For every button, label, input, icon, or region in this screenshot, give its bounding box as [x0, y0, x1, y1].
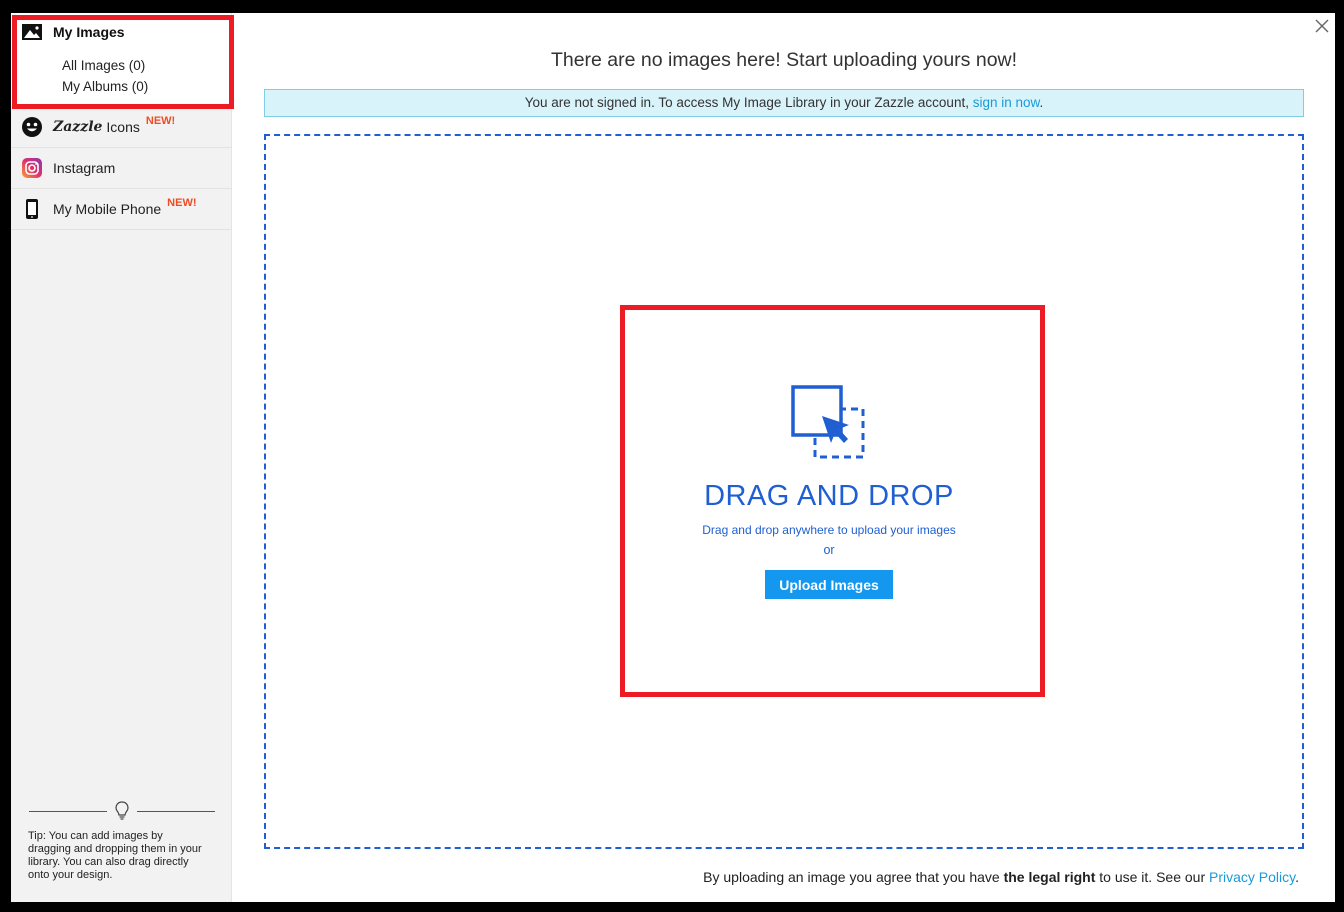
legal-middle: to use it. See our: [1099, 869, 1206, 885]
or-separator: or: [823, 543, 835, 557]
legal-notice: By uploading an image you agree that you…: [411, 869, 1299, 885]
signin-notice-suffix: .: [1039, 95, 1044, 110]
new-badge: NEW!: [145, 115, 176, 127]
my-images-label: My Images: [53, 24, 125, 40]
sidebar-section-my-images[interactable]: My Images All Images (0) My Albums (0): [11, 13, 231, 107]
sidebar-item-label: My Mobile Phone: [53, 201, 162, 217]
new-badge: NEW!: [167, 197, 197, 209]
privacy-policy-link[interactable]: Privacy Policy: [1209, 869, 1295, 885]
sidebar-item-my-albums[interactable]: My Albums (0): [62, 79, 148, 94]
drag-and-drop-subtitle: Drag and drop anywhere to upload your im…: [702, 523, 956, 537]
legal-suffix: .: [1295, 869, 1299, 885]
sidebar-item-my-images[interactable]: My Images: [21, 23, 125, 41]
signin-notice: You are not signed in. To access My Imag…: [264, 89, 1304, 117]
sidebar: My Images All Images (0) My Albums (0) Z…: [11, 13, 232, 902]
sidebar-item-my-mobile-phone[interactable]: My Mobile Phone NEW!: [11, 189, 231, 230]
image-library-dialog: My Images All Images (0) My Albums (0) Z…: [11, 13, 1335, 902]
sidebar-item-all-images[interactable]: All Images (0): [62, 58, 145, 73]
drag-and-drop-title: DRAG AND DROP: [704, 480, 954, 512]
page-title: There are no images here! Start uploadin…: [550, 49, 1018, 71]
tip-divider: [29, 799, 215, 823]
close-icon: [1315, 19, 1329, 33]
drag-and-drop-icon: [789, 383, 869, 463]
mobile-phone-icon: [21, 198, 43, 220]
zazzle-brand-text: Zazzle: [53, 119, 103, 135]
close-button[interactable]: [1313, 17, 1331, 35]
upload-images-button[interactable]: Upload Images: [765, 570, 893, 599]
lightbulb-icon: [107, 801, 137, 821]
signin-notice-text: You are not signed in. To access My Imag…: [524, 95, 969, 110]
sign-in-link[interactable]: sign in now: [973, 95, 1040, 110]
legal-bold: the legal right: [1003, 869, 1096, 885]
instagram-icon: [21, 157, 43, 179]
image-icon: [21, 23, 43, 41]
sidebar-item-label: Instagram: [53, 160, 116, 176]
sidebar-item-zazzle-icons[interactable]: Zazzle Icons NEW!: [11, 107, 231, 148]
sidebar-item-label: Icons: [106, 119, 140, 135]
legal-prefix: By uploading an image you agree that you…: [703, 869, 1000, 885]
sidebar-item-instagram[interactable]: Instagram: [11, 148, 231, 189]
smiley-icon: [21, 116, 43, 138]
tip-text: Tip: You can add images by dragging and …: [28, 830, 202, 881]
